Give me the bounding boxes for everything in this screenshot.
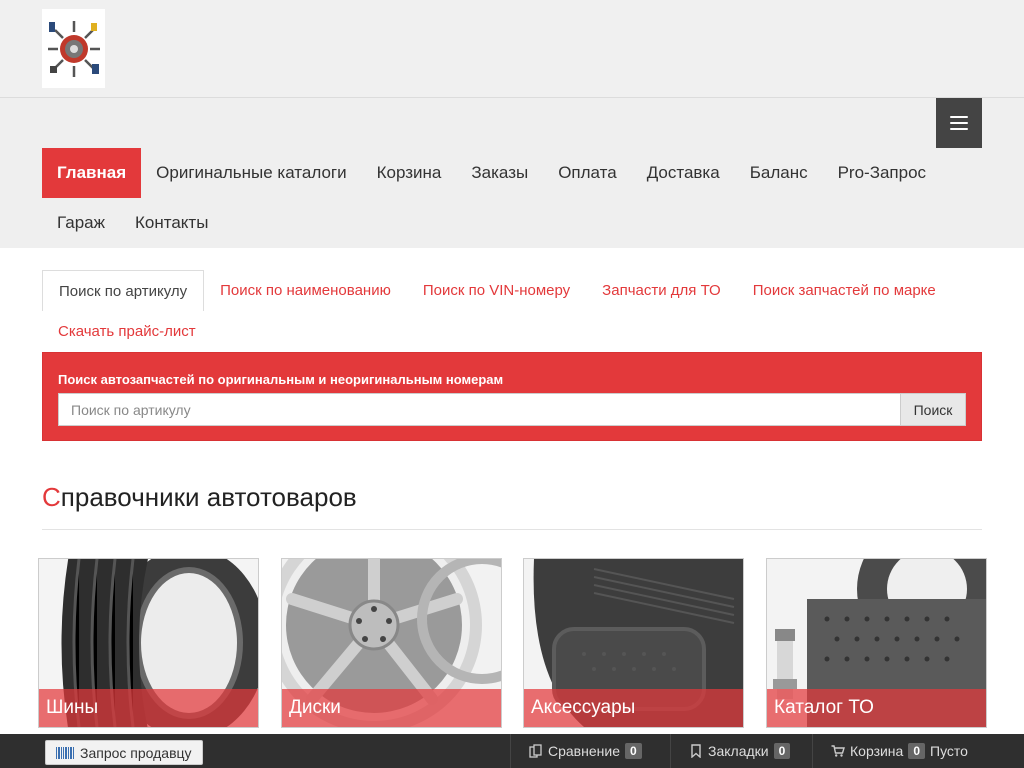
bookmarks-count-badge: 0 [773,743,791,759]
tab-search-by-brand[interactable]: Поиск запчастей по марке [737,270,952,311]
nav-item-delivery[interactable]: Доставка [632,148,735,198]
search-caption: Поиск автозапчастей по оригинальным и не… [58,372,504,387]
barcode-icon [56,746,74,759]
card-tires[interactable]: Шины [38,558,259,728]
search-button[interactable]: Поиск [900,393,966,426]
tab-search-by-article[interactable]: Поиск по артикулу [42,270,205,311]
cart-label: Корзина [850,743,904,759]
logo[interactable] [42,9,105,88]
section-title: Справочники автотоваров [42,482,357,513]
seller-request-button[interactable]: Запрос продавцу [45,740,203,765]
search-tabs: Поиск по артикулу Поиск по наименованию … [42,270,982,352]
tab-maintenance-parts[interactable]: Запчасти для ТО [586,270,737,311]
compare-label: Сравнение [548,743,620,759]
nav-item-original-catalogs[interactable]: Оригинальные каталоги [141,148,361,198]
card-wheels[interactable]: Диски [281,558,502,728]
search-tabs-row-1: Поиск по артикулу Поиск по наименованию … [42,270,982,311]
nav-item-orders[interactable]: Заказы [456,148,543,198]
section-title-rest: правочники автотоваров [60,482,357,512]
card-label: Диски [282,689,501,727]
nav-item-garage[interactable]: Гараж [42,198,120,248]
bookmarks-button[interactable]: Закладки 0 [670,734,791,768]
card-label: Аксессуары [524,689,743,727]
bottom-toolbar: Запрос продавцу Сравнение 0 Закладки 0 К… [0,734,1024,768]
nav-item-payment[interactable]: Оплата [543,148,631,198]
menu-icon-bar [950,128,968,130]
main-nav-row-1: Главная Оригинальные каталоги Корзина За… [42,148,941,198]
nav-item-cart[interactable]: Корзина [362,148,457,198]
top-header [0,0,1024,98]
search-tabs-row-2: Скачать прайс-лист [42,311,982,352]
tab-download-price-list[interactable]: Скачать прайс-лист [42,311,212,352]
tab-search-by-name[interactable]: Поиск по наименованию [204,270,407,311]
nav-item-balance[interactable]: Баланс [735,148,823,198]
main-nav-row-2: Гараж Контакты [42,198,223,248]
section-title-first-letter: С [42,482,61,512]
compare-count-badge: 0 [624,743,642,759]
card-maintenance-catalog[interactable]: Каталог ТО [766,558,987,728]
nav-item-contacts[interactable]: Контакты [120,198,223,248]
card-accessories[interactable]: Аксессуары [523,558,744,728]
cart-count-badge: 0 [908,743,926,759]
search-input[interactable] [58,393,901,426]
nav-item-home[interactable]: Главная [42,148,142,198]
cart-icon [831,745,845,757]
nav-item-pro-request[interactable]: Pro-Запрос [823,148,941,198]
menu-icon-bar [950,122,968,124]
bookmark-icon [691,744,701,758]
hamburger-menu-button[interactable] [936,98,982,148]
search-panel: Поиск автозапчастей по оригинальным и не… [42,352,982,441]
compare-icon [529,744,542,758]
cart-button[interactable]: Корзина 0 Пусто [812,734,968,768]
logo-icon [47,20,100,77]
tab-search-by-vin[interactable]: Поиск по VIN-номеру [407,270,586,311]
cart-status: Пусто [930,743,968,759]
compare-button[interactable]: Сравнение 0 [510,734,642,768]
card-label: Шины [39,689,258,727]
card-label: Каталог ТО [767,689,986,727]
menu-icon-bar [950,116,968,118]
bookmarks-label: Закладки [708,743,769,759]
seller-request-label: Запрос продавцу [80,744,192,761]
section-divider [42,529,982,530]
